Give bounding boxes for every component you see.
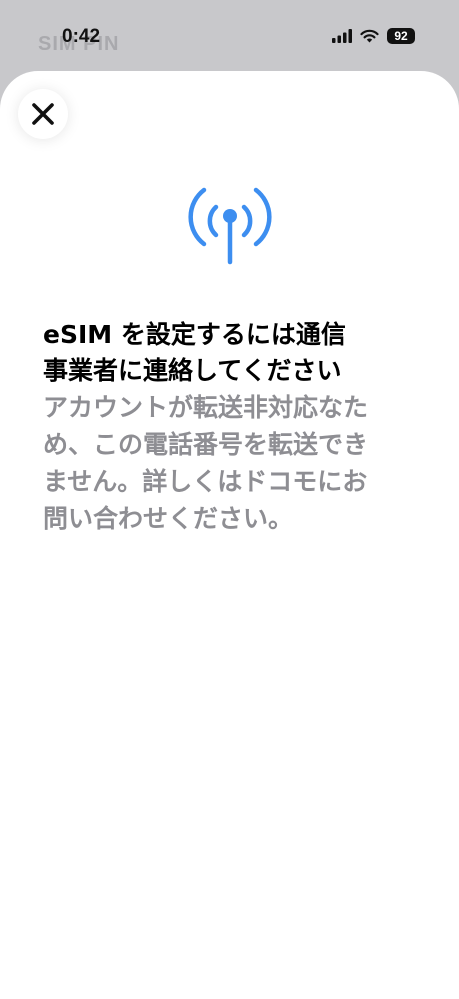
close-button[interactable] bbox=[18, 89, 68, 139]
body-line: め、この電話番号を転送でき bbox=[43, 430, 369, 459]
esim-sheet: eSIM を設定するには通信 事業者に連絡してください アカウントが転送非対応な… bbox=[0, 71, 459, 999]
body-line: ません。詳しくはドコモにお bbox=[43, 467, 368, 496]
cellular-signal-icon bbox=[332, 29, 352, 43]
body-line: 問い合わせください。 bbox=[43, 504, 294, 533]
message-content: eSIM を設定するには通信 事業者に連絡してください アカウントが転送非対応な… bbox=[43, 317, 418, 537]
antenna-signal-icon bbox=[188, 187, 272, 265]
title-line-1: eSIM を設定するには通信 bbox=[43, 320, 346, 349]
close-icon bbox=[32, 103, 54, 125]
wifi-icon bbox=[360, 29, 379, 43]
screen: SIM PIN 0:42 92 eSIM を設定するには通信 事業者に連絡してく… bbox=[0, 0, 459, 999]
status-bar: SIM PIN 0:42 92 bbox=[0, 0, 459, 70]
page-title: eSIM を設定するには通信 事業者に連絡してください bbox=[43, 317, 418, 389]
body-line: アカウントが転送非対応なた bbox=[43, 393, 369, 422]
status-icons: 92 bbox=[332, 28, 415, 44]
battery-indicator: 92 bbox=[387, 28, 415, 44]
clock: 0:42 bbox=[62, 26, 101, 47]
message-body: アカウントが転送非対応なた め、この電話番号を転送でき ません。詳しくはドコモに… bbox=[43, 389, 418, 537]
title-line-2: 事業者に連絡してください bbox=[43, 356, 342, 385]
